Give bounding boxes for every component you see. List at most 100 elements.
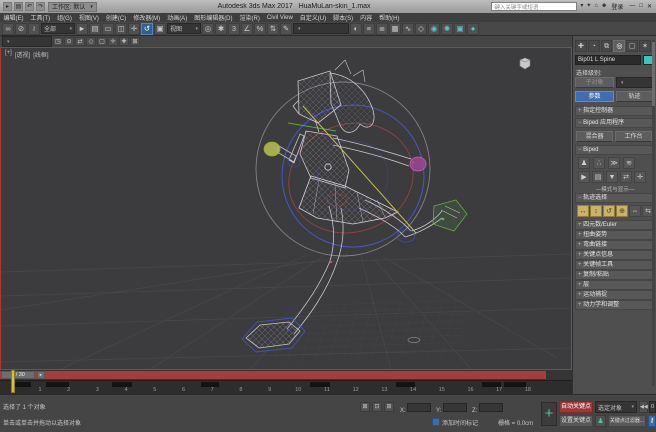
extras-icon-8[interactable]: ⊠: [130, 37, 140, 46]
extras-icon-4[interactable]: ◇: [86, 37, 96, 46]
keyframe-marker[interactable]: [14, 382, 31, 387]
symmetrical-icon[interactable]: ⇔: [629, 205, 641, 217]
lock-com-keying-icon[interactable]: ⊕: [616, 205, 628, 217]
window-crossing-icon[interactable]: ◫: [115, 23, 127, 35]
viewport-view-menu[interactable]: [透视]: [15, 50, 30, 59]
add-time-tag[interactable]: 添加时间标记: [432, 418, 478, 427]
parameters-button[interactable]: 参数: [575, 91, 614, 102]
menu-item[interactable]: 工具(T): [27, 13, 54, 22]
home-icon[interactable]: ⌂: [594, 1, 598, 13]
extras-icon-5[interactable]: ▢: [97, 37, 107, 46]
material-editor-icon[interactable]: ◉: [428, 23, 440, 35]
perspective-viewport[interactable]: [+] [透视] [线框]: [0, 47, 572, 370]
selection-filter-dropdown[interactable]: 全部: [41, 23, 75, 34]
rollout-header[interactable]: 弯曲链接: [575, 240, 654, 250]
menu-item[interactable]: 修改器(M): [130, 13, 164, 22]
viewcube[interactable]: [517, 56, 533, 71]
select-and-move-icon[interactable]: ✛: [128, 23, 140, 35]
spinner-snap-icon[interactable]: ⇅: [267, 23, 279, 35]
tab-create[interactable]: ✚: [575, 40, 587, 52]
bind-to-space-warp-icon[interactable]: ≀: [28, 23, 40, 35]
menu-item[interactable]: 编辑(E): [0, 13, 27, 22]
tab-hierarchy[interactable]: ⧉: [601, 40, 613, 52]
rollout-assign-controller[interactable]: 指定控制器: [575, 106, 654, 116]
sub-object-button[interactable]: 子对象: [575, 77, 614, 88]
edit-named-selection-sets-icon[interactable]: ✎: [280, 23, 292, 35]
track-bar[interactable]: 123456789101112131415161718: [0, 380, 572, 394]
tab-modify[interactable]: ◔: [588, 40, 600, 52]
named-selection-sets-dropdown[interactable]: [293, 23, 349, 34]
angle-snap-icon[interactable]: ∠: [241, 23, 253, 35]
body-vertical-icon[interactable]: ↕: [590, 205, 602, 217]
rollout-biped[interactable]: Biped: [575, 145, 654, 155]
menu-item[interactable]: Civil View: [263, 15, 296, 21]
rollout-header[interactable]: 层: [575, 280, 654, 290]
menu-item[interactable]: 帮助(H): [376, 13, 403, 22]
select-object-icon[interactable]: ►: [76, 23, 88, 35]
key-mode-icon[interactable]: ⚷: [648, 415, 656, 427]
footstep-mode-icon[interactable]: ∴: [593, 157, 605, 169]
biped-playback-icon[interactable]: ▶: [578, 171, 590, 183]
reference-coordinate-dropdown[interactable]: 视图: [167, 23, 201, 34]
select-and-link-icon[interactable]: ∞: [2, 23, 14, 35]
use-pivot-center-icon[interactable]: ◎: [202, 23, 214, 35]
z-coordinate-field[interactable]: [479, 403, 503, 412]
plus-button[interactable]: +: [541, 402, 557, 426]
help-search-input[interactable]: 键入关键字或短语: [491, 2, 577, 11]
menu-item[interactable]: 动画(A): [164, 13, 191, 22]
tab-display[interactable]: ▢: [626, 40, 638, 52]
viewport-canvas[interactable]: [1, 48, 571, 369]
menu-item[interactable]: 渲染(R): [236, 13, 263, 22]
viewport-shading-menu[interactable]: [线框]: [33, 50, 48, 59]
isolate-selection-icon[interactable]: ⊠: [360, 402, 370, 412]
time-slider-track[interactable]: [0, 371, 546, 379]
workspace-dropdown[interactable]: 工作区: 默认: [48, 2, 97, 12]
selection-lock-icon[interactable]: ⊡: [372, 402, 382, 412]
keyframe-marker[interactable]: [396, 382, 415, 387]
keyframe-marker[interactable]: [46, 382, 69, 387]
set-key-figure-icon[interactable]: ♟: [595, 415, 606, 427]
rollout-header[interactable]: 关键帧工具: [575, 260, 654, 270]
menu-item[interactable]: 组(G): [54, 13, 76, 22]
panel-scrollbar[interactable]: [652, 40, 655, 386]
maximize-button[interactable]: □: [639, 3, 643, 10]
previous-frame-button[interactable]: ◀◀: [639, 401, 648, 413]
modes-display-separator[interactable]: —模式与显示—: [573, 185, 656, 193]
rollout-header[interactable]: 复制/粘贴: [575, 270, 654, 280]
tab-utilities[interactable]: ✶: [639, 40, 651, 52]
tab-motion[interactable]: ◎: [613, 40, 625, 52]
current-frame-marker[interactable]: [11, 370, 15, 393]
keyframe-marker[interactable]: [112, 382, 132, 387]
extras-icon-3[interactable]: ⇄: [75, 37, 85, 46]
selection-region-icon[interactable]: ▭: [102, 23, 114, 35]
y-coordinate-field[interactable]: [443, 403, 467, 412]
percent-snap-icon[interactable]: %: [254, 23, 266, 35]
rollout-track-selection[interactable]: 轨迹选择: [575, 193, 654, 203]
search-dropdown-icon[interactable]: ▾: [580, 1, 583, 13]
rollout-header[interactable]: 关键点信息: [575, 250, 654, 260]
time-slider-handle[interactable]: 0 / 30: [1, 371, 35, 379]
snap-toggle-icon[interactable]: 3: [228, 23, 240, 35]
mirror-icon[interactable]: ◐: [350, 23, 362, 35]
select-and-scale-icon[interactable]: ▣: [154, 23, 166, 35]
menu-item[interactable]: 自定义(U): [296, 13, 329, 22]
mixer-mode-icon[interactable]: ≋: [623, 157, 635, 169]
select-and-manipulate-icon[interactable]: ✱: [215, 23, 227, 35]
mixer-button[interactable]: 混合器: [576, 131, 613, 142]
save-file-icon[interactable]: ▼: [606, 171, 618, 183]
sub-object-dropdown[interactable]: [616, 77, 653, 88]
keyframe-marker[interactable]: [482, 382, 501, 387]
object-name-field[interactable]: Bip01 L Spine: [575, 55, 641, 65]
auto-key-button[interactable]: 自动关键点: [559, 401, 593, 413]
body-horizontal-icon[interactable]: ↔: [577, 205, 589, 217]
graphite-ribbon-icon[interactable]: ▦: [389, 23, 401, 35]
rollout-header[interactable]: 动力学和调整: [575, 300, 654, 310]
menu-item[interactable]: 创建(C): [102, 13, 129, 22]
redo-icon[interactable]: ↷: [36, 2, 45, 11]
rollout-header[interactable]: 扭曲姿势: [575, 230, 654, 240]
schematic-view-icon[interactable]: ◇: [415, 23, 427, 35]
extras-icon-1[interactable]: ◳: [53, 37, 63, 46]
extras-icon-6[interactable]: ✛: [108, 37, 118, 46]
key-filters-button[interactable]: 关键点过滤器...: [608, 415, 646, 427]
user-icon[interactable]: ☻: [601, 1, 607, 13]
